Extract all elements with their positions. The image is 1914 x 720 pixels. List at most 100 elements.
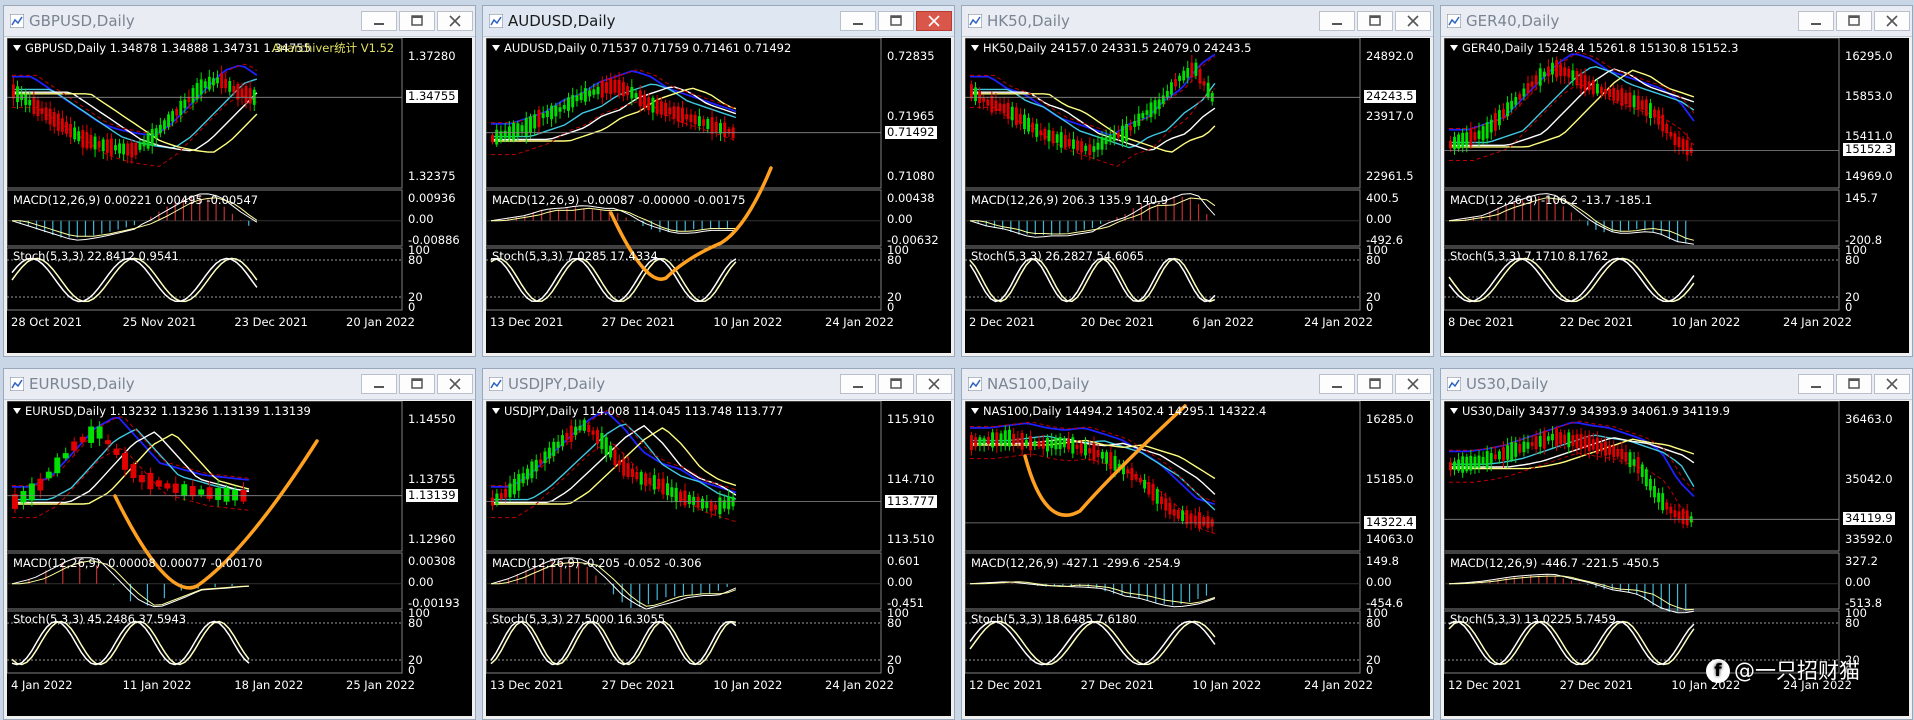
candle-body (1453, 461, 1456, 470)
maximize-button[interactable] (1836, 374, 1872, 394)
chart-window-nas100[interactable]: NAS100,Daily NAS100,Daily 14494.2 14502.… (961, 368, 1434, 720)
candle-body (539, 459, 543, 464)
moving-average-white (970, 91, 1216, 151)
candle-body (203, 81, 207, 88)
candle-body (45, 471, 52, 479)
candle-body (626, 463, 630, 477)
stoch-scale-label: 80 (887, 253, 902, 267)
candle-body (1567, 68, 1571, 78)
dropdown-triangle-icon[interactable] (13, 408, 21, 414)
window-titlebar[interactable]: AUDUSD,Daily (483, 6, 954, 37)
chart-canvas[interactable]: GBPUSD,Daily 1.34878 1.34888 1.34731 1.3… (7, 38, 472, 353)
candle-body (1608, 88, 1612, 97)
minimize-button[interactable] (1319, 374, 1355, 394)
chart-canvas[interactable]: USDJPY,Daily 114.008 114.045 113.748 113… (486, 401, 951, 716)
candle-body (1510, 100, 1514, 110)
candle-body (1075, 444, 1079, 449)
chart-window-hk50[interactable]: HK50,Daily HK50,Daily 24157.0 24331.5 24… (961, 5, 1434, 357)
candle-body (1164, 498, 1168, 511)
restore-icon (890, 15, 902, 26)
dropdown-triangle-icon[interactable] (492, 45, 500, 51)
candle-body (1190, 62, 1194, 78)
candle-body (1046, 437, 1049, 452)
chart-canvas[interactable]: NAS100,Daily 14494.2 14502.4 14295.1 143… (965, 401, 1430, 716)
maximize-button[interactable] (399, 11, 435, 31)
close-button[interactable] (437, 374, 473, 394)
restore-icon (1848, 15, 1860, 26)
minimize-button[interactable] (1798, 11, 1834, 31)
chart-canvas[interactable]: EURUSD,Daily 1.13232 1.13236 1.13139 1.1… (7, 401, 472, 716)
maximize-button[interactable] (1357, 11, 1393, 31)
minimize-button[interactable] (1798, 374, 1834, 394)
price-scale-label: 113.510 (887, 532, 935, 546)
window-titlebar[interactable]: GBPUSD,Daily (4, 6, 475, 37)
dropdown-triangle-icon[interactable] (13, 45, 21, 51)
minimize-button[interactable] (361, 11, 397, 31)
candle-body (659, 101, 663, 115)
candle-body (1151, 483, 1155, 501)
candle-body (1559, 64, 1563, 76)
window-titlebar[interactable]: GER40,Daily (1441, 6, 1912, 37)
chart-window-gbpusd[interactable]: GBPUSD,Daily GBPUSD,Daily 1.34878 1.3488… (3, 5, 476, 357)
candle-body (1449, 140, 1452, 149)
candle-body (1681, 138, 1685, 151)
close-icon (1886, 378, 1898, 390)
chart-canvas[interactable]: GER40,Daily 15248.4 15261.8 15130.8 1515… (1444, 38, 1909, 353)
candle-body (1194, 62, 1198, 76)
dropdown-triangle-icon[interactable] (971, 408, 979, 414)
candle-body (1612, 445, 1616, 457)
dropdown-triangle-icon[interactable] (492, 408, 500, 414)
maximize-button[interactable] (1836, 11, 1872, 31)
close-button[interactable] (1874, 374, 1910, 394)
close-button[interactable] (916, 11, 952, 31)
window-titlebar[interactable]: US30,Daily (1441, 369, 1912, 400)
dropdown-triangle-icon[interactable] (971, 45, 979, 51)
window-titlebar[interactable]: HK50,Daily (962, 6, 1433, 37)
candle-body (1469, 455, 1473, 471)
chart-window-audusd[interactable]: AUDUSD,Daily AUDUSD,Daily 0.71537 0.7175… (482, 5, 955, 357)
chart-canvas[interactable]: AUDUSD,Daily 0.71537 0.71759 0.71461 0.7… (486, 38, 951, 353)
candle-body (1080, 141, 1084, 153)
candle-body (171, 111, 175, 122)
maximize-button[interactable] (878, 11, 914, 31)
maximize-button[interactable] (399, 374, 435, 394)
moving-average-blue (970, 53, 1216, 137)
minimize-button[interactable] (840, 374, 876, 394)
window-titlebar[interactable]: NAS100,Daily (962, 369, 1433, 400)
candle-body (1092, 443, 1096, 461)
candle-body (1202, 517, 1206, 526)
price-scale-label: 22961.5 (1366, 169, 1414, 183)
close-button[interactable] (1395, 11, 1431, 31)
chart-window-eurusd[interactable]: EURUSD,Daily EURUSD,Daily 1.13232 1.1323… (3, 368, 476, 720)
close-button[interactable] (1874, 11, 1910, 31)
minimize-button[interactable] (840, 11, 876, 31)
chart-canvas[interactable]: HK50,Daily 24157.0 24331.5 24079.0 24243… (965, 38, 1430, 353)
close-button[interactable] (437, 11, 473, 31)
candle-body (1591, 80, 1595, 95)
minimize-button[interactable] (1319, 11, 1355, 31)
stoch-scale-label: 80 (408, 253, 423, 267)
window-titlebar[interactable]: USDJPY,Daily (483, 369, 954, 400)
candle-body (529, 116, 532, 133)
candle-body (562, 104, 566, 110)
candle-body (605, 82, 608, 94)
maximize-button[interactable] (878, 374, 914, 394)
candle-body (508, 483, 512, 498)
window-titlebar[interactable]: EURUSD,Daily (4, 369, 475, 400)
dropdown-triangle-icon[interactable] (1450, 408, 1458, 414)
minimize-button[interactable] (361, 374, 397, 394)
candle-body (93, 136, 97, 150)
candle-body (1129, 126, 1133, 131)
current-price-box: 1.13139 (406, 487, 458, 502)
chart-window-ger40[interactable]: GER40,Daily GER40,Daily 15248.4 15261.8 … (1440, 5, 1913, 357)
candle-body (727, 496, 731, 510)
candle-body (567, 97, 570, 111)
close-button[interactable] (1395, 374, 1431, 394)
candle-body (1457, 459, 1461, 471)
candle-body (1542, 431, 1546, 449)
dropdown-triangle-icon[interactable] (1450, 45, 1458, 51)
maximize-button[interactable] (1357, 374, 1393, 394)
close-button[interactable] (916, 374, 952, 394)
chart-window-usdjpy[interactable]: USDJPY,Daily USDJPY,Daily 114.008 114.04… (482, 368, 955, 720)
price-scale-label: 1.37280 (408, 49, 456, 63)
